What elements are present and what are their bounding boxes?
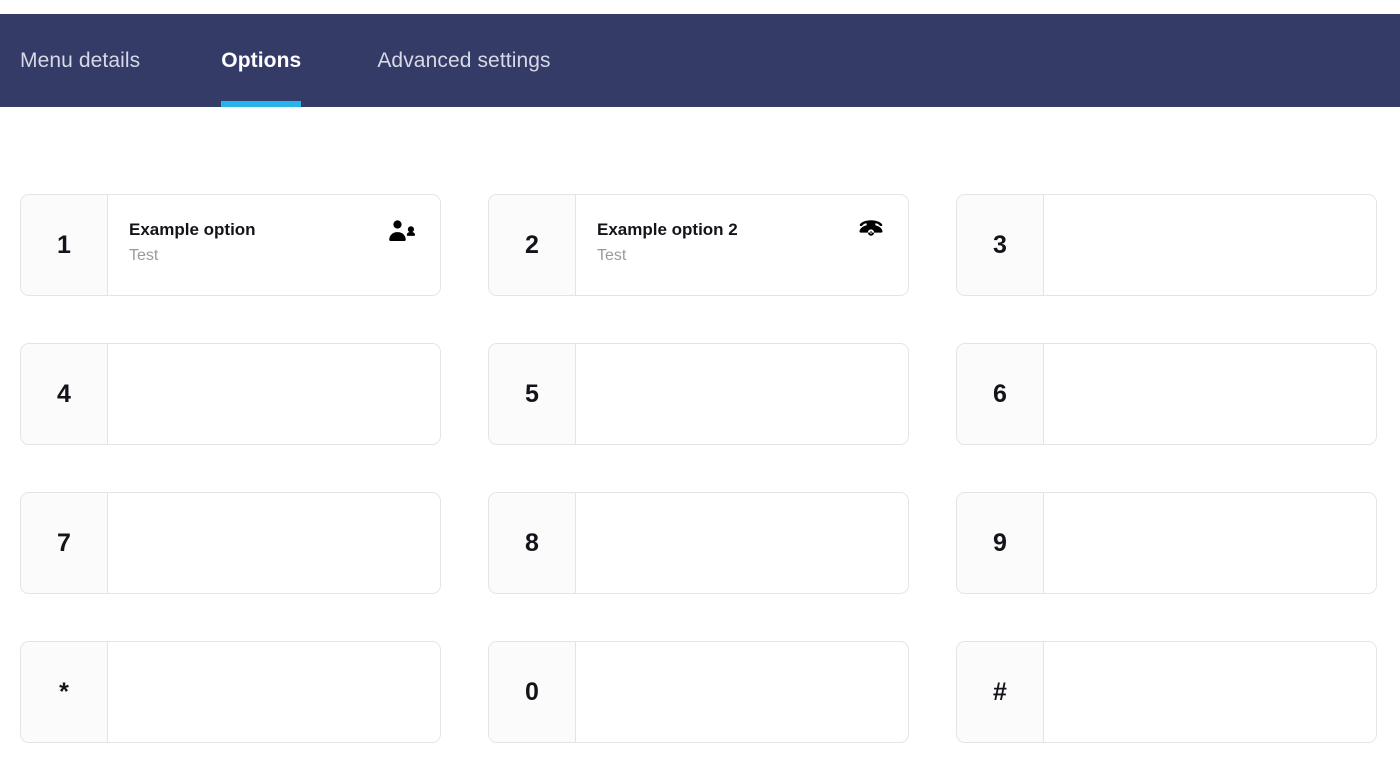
option-body[interactable] bbox=[576, 642, 908, 742]
option-body[interactable] bbox=[1044, 195, 1376, 295]
tab-active-indicator bbox=[377, 101, 550, 107]
option-key-label: 6 bbox=[957, 344, 1044, 444]
tab-label: Menu details bbox=[20, 49, 141, 72]
option-key-label: 8 bbox=[489, 493, 576, 593]
option-body[interactable] bbox=[108, 344, 440, 444]
option-key-label: * bbox=[21, 642, 108, 742]
option-key-label: 4 bbox=[21, 344, 108, 444]
option-title: Example option 2 bbox=[597, 220, 738, 239]
options-grid: 1 Example option Test 2 Example option 2 Test… bbox=[20, 194, 1378, 743]
option-body[interactable] bbox=[1044, 344, 1376, 444]
option-card-6[interactable]: 6 bbox=[956, 343, 1377, 445]
option-body[interactable] bbox=[108, 493, 440, 593]
option-body[interactable] bbox=[576, 344, 908, 444]
option-key-label: 1 bbox=[21, 195, 108, 295]
tab-bar: Menu details Options Advanced settings bbox=[0, 14, 1400, 107]
option-body[interactable]: Example option Test bbox=[108, 195, 440, 295]
option-key-label: 9 bbox=[957, 493, 1044, 593]
tab-label: Options bbox=[221, 49, 302, 72]
option-subtitle: Test bbox=[597, 247, 627, 265]
option-card-1[interactable]: 1 Example option Test bbox=[20, 194, 441, 296]
tab-options[interactable]: Options bbox=[221, 14, 302, 107]
option-body[interactable]: Example option 2 Test bbox=[576, 195, 908, 295]
tab-active-indicator bbox=[20, 101, 140, 107]
option-subtitle: Test bbox=[129, 247, 159, 265]
option-card-2[interactable]: 2 Example option 2 Test bbox=[488, 194, 909, 296]
option-body[interactable] bbox=[1044, 642, 1376, 742]
tab-advanced-settings[interactable]: Advanced settings bbox=[377, 14, 550, 107]
option-key-label: # bbox=[957, 642, 1044, 742]
option-key-label: 7 bbox=[21, 493, 108, 593]
option-card-0[interactable]: 0 bbox=[488, 641, 909, 743]
option-body[interactable] bbox=[576, 493, 908, 593]
option-card-4[interactable]: 4 bbox=[20, 343, 441, 445]
option-card-7[interactable]: 7 bbox=[20, 492, 441, 594]
users-icon bbox=[388, 215, 418, 245]
option-card-9[interactable]: 9 bbox=[956, 492, 1377, 594]
option-key-label: 2 bbox=[489, 195, 576, 295]
telephone-icon bbox=[856, 215, 886, 245]
option-key-label: 0 bbox=[489, 642, 576, 742]
option-title: Example option bbox=[129, 220, 256, 239]
option-key-label: 3 bbox=[957, 195, 1044, 295]
options-page: Menu details Options Advanced settings 1 Ex… bbox=[0, 0, 1400, 772]
tab-label: Advanced settings bbox=[377, 49, 551, 72]
option-key-label: 5 bbox=[489, 344, 576, 444]
option-body[interactable] bbox=[108, 642, 440, 742]
tab-active-indicator bbox=[221, 101, 302, 107]
option-card-*[interactable]: * bbox=[20, 641, 441, 743]
option-body[interactable] bbox=[1044, 493, 1376, 593]
option-card-8[interactable]: 8 bbox=[488, 492, 909, 594]
tab-menu-details[interactable]: Menu details bbox=[20, 14, 140, 107]
option-card-3[interactable]: 3 bbox=[956, 194, 1377, 296]
option-card-5[interactable]: 5 bbox=[488, 343, 909, 445]
option-card-#[interactable]: # bbox=[956, 641, 1377, 743]
